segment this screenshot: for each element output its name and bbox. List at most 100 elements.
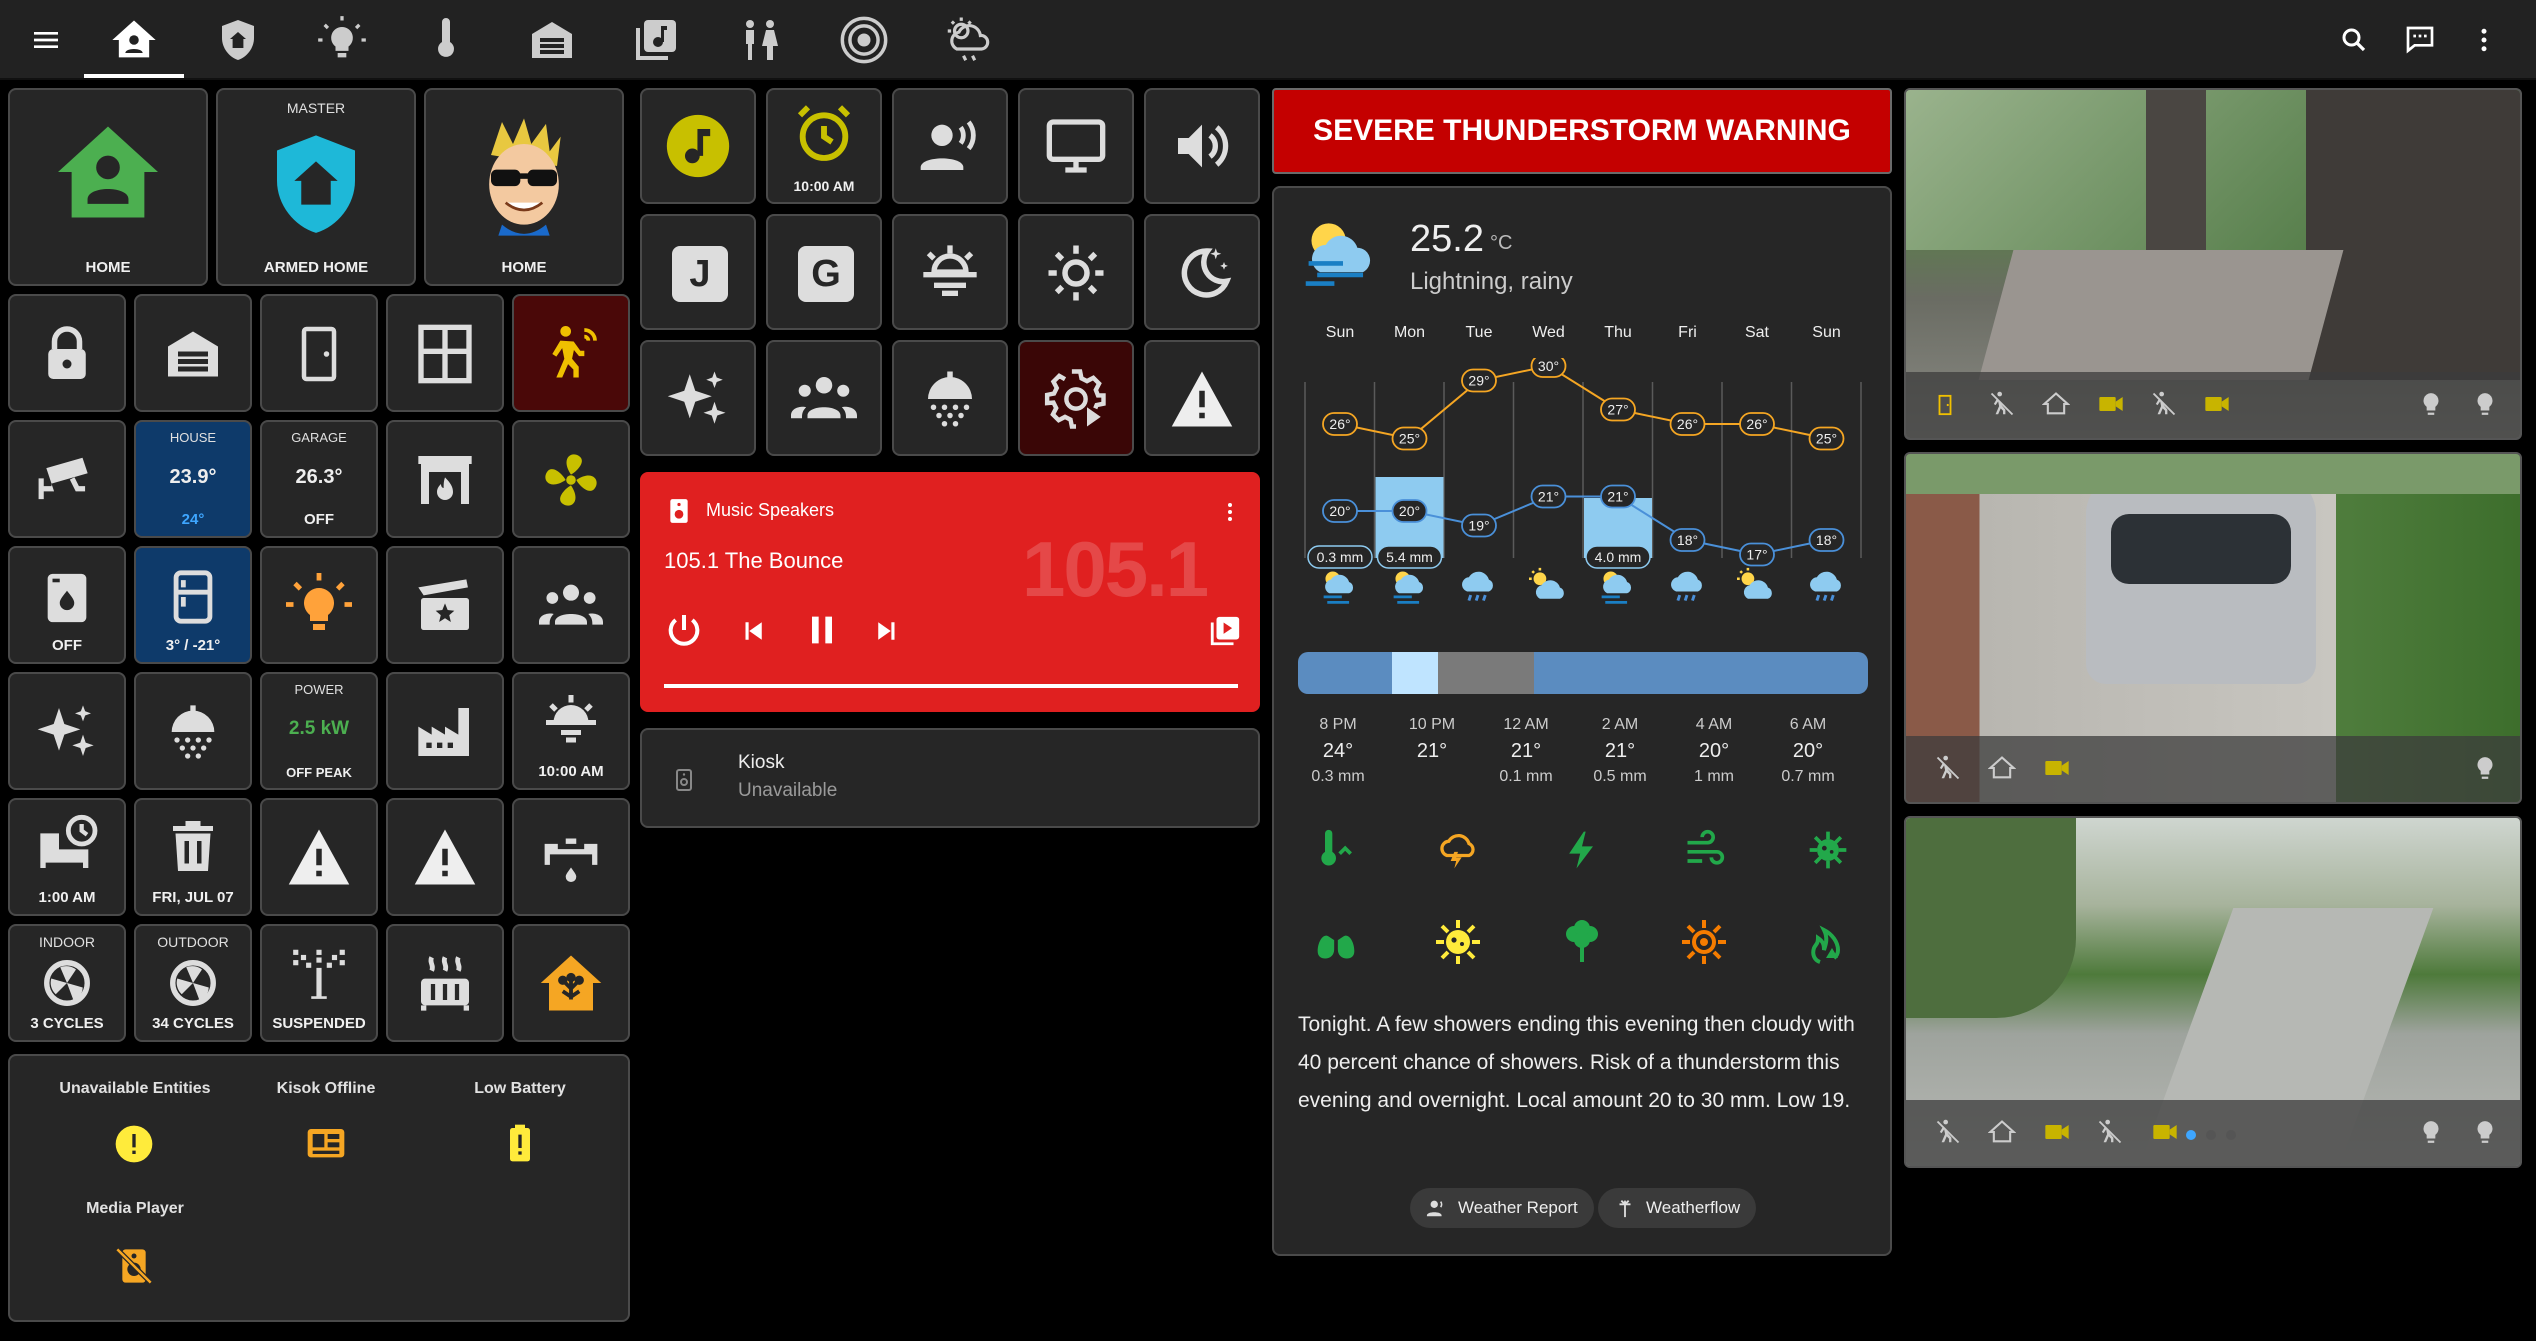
voice-tile[interactable] [892, 88, 1008, 204]
weather-windy-icon[interactable] [1682, 828, 1726, 872]
tree-icon[interactable] [1558, 918, 1606, 966]
warning-scene-tile[interactable] [1144, 340, 1260, 456]
weather-card[interactable]: 25.2 °C Lightning, rainy Sun Mon Tue Wed Thu… [1272, 186, 1892, 1256]
washer-tile[interactable]: OFF [8, 546, 126, 664]
motion-tile[interactable] [512, 294, 630, 412]
human-male-female-icon[interactable] [732, 12, 788, 68]
shield-home-icon[interactable] [210, 12, 266, 68]
menu-icon[interactable] [18, 12, 74, 68]
alert-tile-1[interactable] [260, 798, 378, 916]
lightbulb-icon[interactable] [314, 12, 370, 68]
fan-tile[interactable] [512, 420, 630, 538]
person-tile[interactable]: HOME [424, 88, 624, 286]
tv-tile[interactable] [1018, 88, 1134, 204]
media-progress-bar[interactable] [664, 684, 1238, 688]
battery-alert-icon[interactable] [500, 1120, 540, 1166]
sun-virus-icon[interactable] [1434, 918, 1482, 966]
garage-door-tile[interactable] [134, 294, 252, 412]
power-button[interactable] [664, 610, 704, 650]
search-icon[interactable] [2326, 12, 2382, 68]
motion-sensor-off-icon[interactable] [2150, 390, 2178, 418]
water-valve-tile[interactable] [512, 798, 630, 916]
heater-tile[interactable] [386, 924, 504, 1042]
smart-home-tile[interactable] [512, 924, 630, 1042]
camera-driveway[interactable] [1904, 452, 2522, 804]
home-outline-icon[interactable] [1988, 1118, 2016, 1146]
night-tile[interactable] [1144, 214, 1260, 330]
fridge-tile[interactable]: 3° / -21° [134, 546, 252, 664]
door-icon[interactable] [1934, 392, 1956, 418]
camera-pagination-dots[interactable] [2186, 1130, 2236, 1140]
kiosk-card[interactable]: Kiosk Unavailable [640, 728, 1260, 828]
indoor-filter-tile[interactable]: INDOOR 3 CYCLES [8, 924, 126, 1042]
monitor-dashboard-icon[interactable] [306, 1124, 346, 1164]
home-presence-tile[interactable]: HOME [8, 88, 208, 286]
pagination-dot[interactable] [2206, 1130, 2216, 1140]
lightbulb-icon[interactable] [2472, 1118, 2498, 1146]
volume-tile[interactable] [1144, 88, 1260, 204]
media-browse-icon[interactable] [1208, 614, 1242, 648]
pagination-dot[interactable] [2226, 1130, 2236, 1140]
movie-scene-tile[interactable] [386, 546, 504, 664]
severe-weather-warning[interactable]: SEVERE THUNDERSTORM WARNING [1272, 88, 1892, 174]
music-library-icon[interactable] [628, 12, 684, 68]
home-outline-icon[interactable] [2042, 390, 2070, 418]
sunset-tile[interactable] [892, 214, 1008, 330]
pagination-dot-active[interactable] [2186, 1130, 2196, 1140]
previous-track-button[interactable] [738, 616, 768, 646]
video-icon[interactable] [2202, 390, 2232, 418]
video-icon[interactable] [2042, 1118, 2072, 1146]
home-icon[interactable] [106, 12, 162, 68]
weather-icon[interactable] [940, 12, 996, 68]
daylight-tile[interactable] [1018, 214, 1134, 330]
motion-sensor-off-icon[interactable] [1934, 754, 1962, 782]
video-icon[interactable] [2042, 754, 2072, 782]
sparkle-scene-tile[interactable] [640, 340, 756, 456]
alarm-master-tile[interactable]: MASTER ARMED HOME [216, 88, 416, 286]
j-tile[interactable]: J [640, 214, 756, 330]
music-tile[interactable] [640, 88, 756, 204]
alert-circle-icon[interactable] [114, 1124, 154, 1164]
alarm-clock-tile[interactable]: 10:00 AM [766, 88, 882, 204]
video-icon[interactable] [2150, 1118, 2180, 1146]
lightning-bolt-icon[interactable] [1560, 828, 1604, 872]
sleep-tile[interactable]: 1:00 AM [8, 798, 126, 916]
camera-tile[interactable] [8, 420, 126, 538]
sprinkler-tile[interactable]: SUSPENDED [260, 924, 378, 1042]
scene-sparkle-tile[interactable] [8, 672, 126, 790]
lock-tile[interactable] [8, 294, 126, 412]
factory-tile[interactable] [386, 672, 504, 790]
power-tile[interactable]: POWER 2.5 kW OFF PEAK [260, 672, 378, 790]
sunrise-tile[interactable]: 10:00 AM [512, 672, 630, 790]
alert-tile-2[interactable] [386, 798, 504, 916]
shower-tile[interactable] [134, 672, 252, 790]
sun-alert-icon[interactable] [1680, 918, 1728, 966]
weather-pouring-icon[interactable] [1434, 828, 1482, 872]
dots-vertical-icon[interactable] [1218, 498, 1242, 526]
lightbulb-icon[interactable] [2472, 754, 2498, 782]
virus-icon[interactable] [1806, 828, 1850, 872]
camera-front-yard[interactable] [1904, 816, 2522, 1168]
door-tile[interactable] [260, 294, 378, 412]
family-tile[interactable] [512, 546, 630, 664]
garage-icon[interactable] [524, 12, 580, 68]
thermometer-chevron-up-icon[interactable] [1314, 828, 1358, 872]
lightbulb-icon[interactable] [2418, 390, 2444, 418]
camera-porch[interactable] [1904, 88, 2522, 440]
motion-sensor-off-icon[interactable] [1934, 1118, 1962, 1146]
weather-report-chip[interactable]: Weather Report [1410, 1188, 1594, 1228]
light-tile[interactable] [260, 546, 378, 664]
fireplace-tile[interactable] [386, 420, 504, 538]
dots-vertical-icon[interactable] [2456, 12, 2512, 68]
g-tile[interactable]: G [766, 214, 882, 330]
lightbulb-icon[interactable] [2418, 1118, 2444, 1146]
weatherflow-chip[interactable]: Weatherflow [1598, 1188, 1757, 1228]
fire-icon[interactable] [1804, 918, 1852, 966]
outdoor-filter-tile[interactable]: OUTDOOR 34 CYCLES [134, 924, 252, 1042]
automation-tile[interactable] [1018, 340, 1134, 456]
pause-button[interactable] [802, 610, 842, 650]
motion-sensor-off-icon[interactable] [1988, 390, 2016, 418]
house-climate-tile[interactable]: HOUSE 23.9° 24° [134, 420, 252, 538]
trash-tile[interactable]: FRI, JUL 07 [134, 798, 252, 916]
video-icon[interactable] [2096, 390, 2126, 418]
